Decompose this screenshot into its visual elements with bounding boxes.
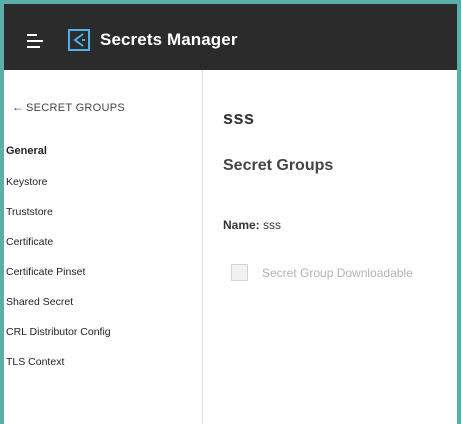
sidebar-item-label: Shared Secret: [6, 296, 74, 308]
back-link-label: SECRET GROUPS: [26, 102, 126, 114]
sidebar-item-truststore[interactable]: Truststore: [4, 201, 201, 223]
secrets-manager-logo-icon: [68, 29, 90, 51]
sidebar-item-crl-distributor-config[interactable]: CRL Distributor Config: [4, 321, 201, 343]
downloadable-checkbox-label: Secret Group Downloadable: [262, 266, 413, 280]
top-bar: Secrets Manager: [4, 4, 457, 70]
hamburger-menu-icon[interactable]: [27, 34, 45, 48]
sidebar-item-label: Certificate: [6, 236, 54, 248]
sidebar-item-label: CRL Distributor Config: [6, 326, 111, 338]
main-content: sss Secret Groups Name: sss Secret Group…: [203, 70, 457, 424]
sidebar-item-keystore[interactable]: Keystore: [4, 171, 201, 193]
page-title: sss: [223, 108, 255, 128]
sidebar-item-general[interactable]: General: [4, 140, 201, 162]
sidebar-item-certificate[interactable]: Certificate: [4, 231, 201, 253]
sidebar-item-label: Certificate Pinset: [6, 266, 86, 278]
section-title: Secret Groups: [223, 157, 334, 174]
sidebar-item-label: General: [6, 145, 47, 157]
sidebar-item-label: TLS Context: [6, 356, 65, 368]
name-label: Name:: [223, 218, 260, 232]
sidebar-item-tls-context[interactable]: TLS Context: [4, 351, 201, 373]
downloadable-checkbox[interactable]: [231, 264, 248, 281]
sidebar-item-label: Truststore: [6, 206, 53, 218]
name-field: Name: sss: [223, 218, 281, 232]
app-window: Secrets Manager ← SECRET GROUPS General …: [4, 4, 457, 424]
sidebar-item-shared-secret[interactable]: Shared Secret: [4, 291, 201, 313]
sidebar-item-label: Keystore: [6, 176, 48, 188]
app-title: Secrets Manager: [100, 30, 238, 49]
sidebar: ← SECRET GROUPS General Keystore Trustst…: [4, 70, 203, 424]
sidebar-item-certificate-pinset[interactable]: Certificate Pinset: [4, 261, 201, 283]
left-arrow-icon: ←: [12, 100, 24, 114]
name-value: sss: [263, 218, 282, 232]
